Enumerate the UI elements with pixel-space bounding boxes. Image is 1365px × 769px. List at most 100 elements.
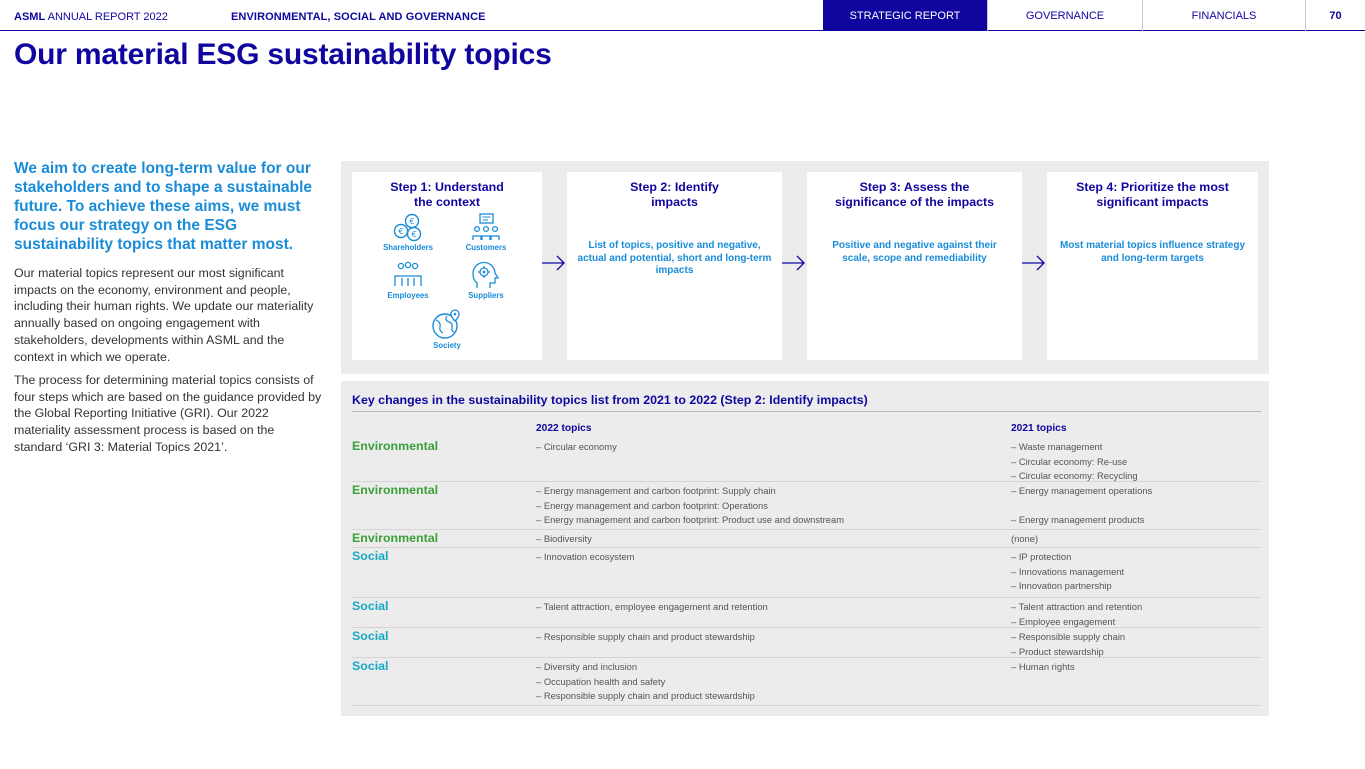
employees-label: Employees [387,291,429,300]
tab-strategic-report[interactable]: STRATEGIC REPORT [823,0,987,31]
topic-2022-item: – Energy management and carbon footprint… [536,485,776,496]
brand-report-name: ANNUAL REPORT 2022 [45,11,168,23]
table-row: Environmental – Biodiversity (none) [352,530,1261,548]
topic-category: Social [352,629,389,643]
column-header-2021: 2021 topics [1011,423,1067,434]
topics-2022-cell: – Circular economy [536,440,617,455]
topic-2022-item: – Responsible supply chain and product s… [536,690,755,702]
topic-2021-item: – Waste management [1011,441,1103,452]
section-title[interactable]: ENVIRONMENTAL, SOCIAL AND GOVERNANCE [231,11,486,23]
step-4-title: Step 4: Prioritize the most significant … [1047,180,1258,210]
step-4-title-line-2: significant impacts [1096,195,1209,209]
topic-2021-item: – Product stewardship [1011,645,1104,657]
step-1-title-line-2: the context [413,195,481,209]
stakeholder-society: Society [417,308,477,350]
key-changes-title: Key changes in the sustainability topics… [352,393,868,407]
topics-2021-cell: – IP protection – Innovations management –… [1011,550,1124,594]
topic-2021-item: – Innovations management [1011,565,1125,577]
topics-2022-cell: – Innovation ecosystem [536,550,635,565]
topic-2021-item [1011,499,1152,514]
topic-2022-item: – Energy management and carbon footprint… [536,499,768,511]
topic-2022-item: – Innovation ecosystem [536,551,635,562]
materiality-steps-panel: Step 1: Understand the context € € € Sha… [341,161,1269,374]
step-2-title: Step 2: Identify impacts [567,180,782,210]
page-title: Our material ESG sustainability topics [14,38,552,71]
topic-2022-item: – Responsible supply chain and product s… [536,631,755,642]
title-divider [352,411,1261,412]
tab-governance[interactable]: GOVERNANCE [987,0,1142,31]
customers-label: Customers [465,243,507,252]
topics-2022-cell: – Responsible supply chain and product s… [536,630,755,645]
svg-text:€: € [409,217,414,226]
society-label: Society [433,341,461,350]
topics-2022-cell: – Talent attraction, employee engagement… [536,600,768,615]
intro-paragraph-1: Our material topics represent our most s… [14,266,314,364]
supplier-gear-icon [472,261,500,288]
step-1-card: Step 1: Understand the context € € € Sha… [352,172,542,360]
table-row: Social – Responsible supply chain and pro… [352,628,1261,658]
topic-category: Environmental [352,439,439,453]
topic-2022-item: – Biodiversity [536,533,592,544]
topic-2021-item: – Energy management operations [1011,485,1153,496]
customers-icon [472,213,500,240]
table-row: Social – Innovation ecosystem – IP protect… [352,548,1261,598]
topic-2021-item: – Human rights [1011,661,1075,672]
step-4-card: Step 4: Prioritize the most significant … [1047,172,1258,360]
step-3-title-line-2: significance of the impacts [834,195,995,209]
topic-2022-item: – Diversity and inclusion [536,661,638,672]
brand-name: ASML [14,11,46,23]
topic-category: Social [352,549,389,563]
topics-2022-cell: – Biodiversity [536,532,592,547]
table-row: Environmental – Energy management and car… [352,482,1261,530]
stakeholder-shareholders: € € € Shareholders [378,212,438,252]
section-tabs: STRATEGIC REPORT GOVERNANCE FINANCIALS 7… [823,0,1365,31]
topics-2021-cell: (none) [1011,532,1038,547]
arrow-right-icon [782,255,805,271]
step-3-card: Step 3: Assess the significance of the i… [807,172,1022,360]
topic-2021-item: – Circular economy: Re-use [1011,455,1128,467]
topic-category: Environmental [352,531,439,545]
topics-2021-cell: – Waste management – Circular economy: Re… [1011,440,1138,484]
topic-2021-item: – Innovation partnership [1011,580,1112,592]
topic-2021-item: – IP protection [1011,551,1072,562]
step-2-description: List of topics, positive and negative, a… [577,240,772,276]
suppliers-label: Suppliers [468,291,504,300]
topic-2022-item: – Circular economy [536,441,617,452]
key-changes-panel: Key changes in the sustainability topics… [341,381,1269,716]
column-header-2022: 2022 topics [536,423,592,434]
step-4-title-line-1: Step 4: Prioritize the most [1076,180,1229,194]
topic-2022-item: – Energy management and carbon footprint… [536,514,844,526]
arrow-right-icon [1022,255,1045,271]
svg-text:€: € [411,230,416,239]
intro-paragraph-2: The process for determining material top… [14,373,322,454]
topic-2021-item: – Employee engagement [1011,615,1116,627]
stakeholder-customers: Customers [456,212,516,252]
stakeholder-suppliers: Suppliers [456,260,516,300]
table-row: Environmental – Circular economy – Waste m… [352,438,1261,482]
step-3-title: Step 3: Assess the significance of the i… [807,180,1022,210]
step-1-title: Step 1: Understand the context [352,180,542,210]
topics-2022-cell: – Energy management and carbon footprint… [536,484,844,528]
step-3-description: Positive and negative against their scal… [832,240,997,264]
key-changes-rows: Environmental – Circular economy – Waste m… [352,438,1261,706]
employees-icon [394,261,422,286]
topic-2022-item: – Talent attraction, employee engagement… [536,601,768,612]
topics-2021-cell: – Talent attraction and retention – Emplo… [1011,600,1142,629]
topic-category: Environmental [352,483,439,497]
report-brand: ASML ANNUAL REPORT 2022 [14,11,168,23]
table-row: Social – Diversity and inclusion – Occupat… [352,658,1261,706]
arrow-right-icon [542,255,565,271]
page-number: 70 [1305,0,1365,31]
step-3-title-line-1: Step 3: Assess the [859,180,970,194]
tab-financials[interactable]: FINANCIALS [1142,0,1305,31]
topic-2021-item: – Energy management products [1011,514,1145,526]
topics-2021-cell: – Energy management operations – Energy … [1011,484,1152,528]
svg-text:€: € [398,227,403,236]
topics-2022-cell: – Diversity and inclusion – Occupation he… [536,660,755,704]
topic-2022-item: – Occupation health and safety [536,675,666,687]
topic-2021-item: (none) [1011,533,1039,544]
step-4-description: Most material topics influence strategy … [1059,240,1246,264]
topics-2021-cell: – Responsible supply chain – Product stew… [1011,630,1125,659]
globe-icon [432,309,460,339]
topic-2021-item: – Responsible supply chain [1011,631,1126,642]
